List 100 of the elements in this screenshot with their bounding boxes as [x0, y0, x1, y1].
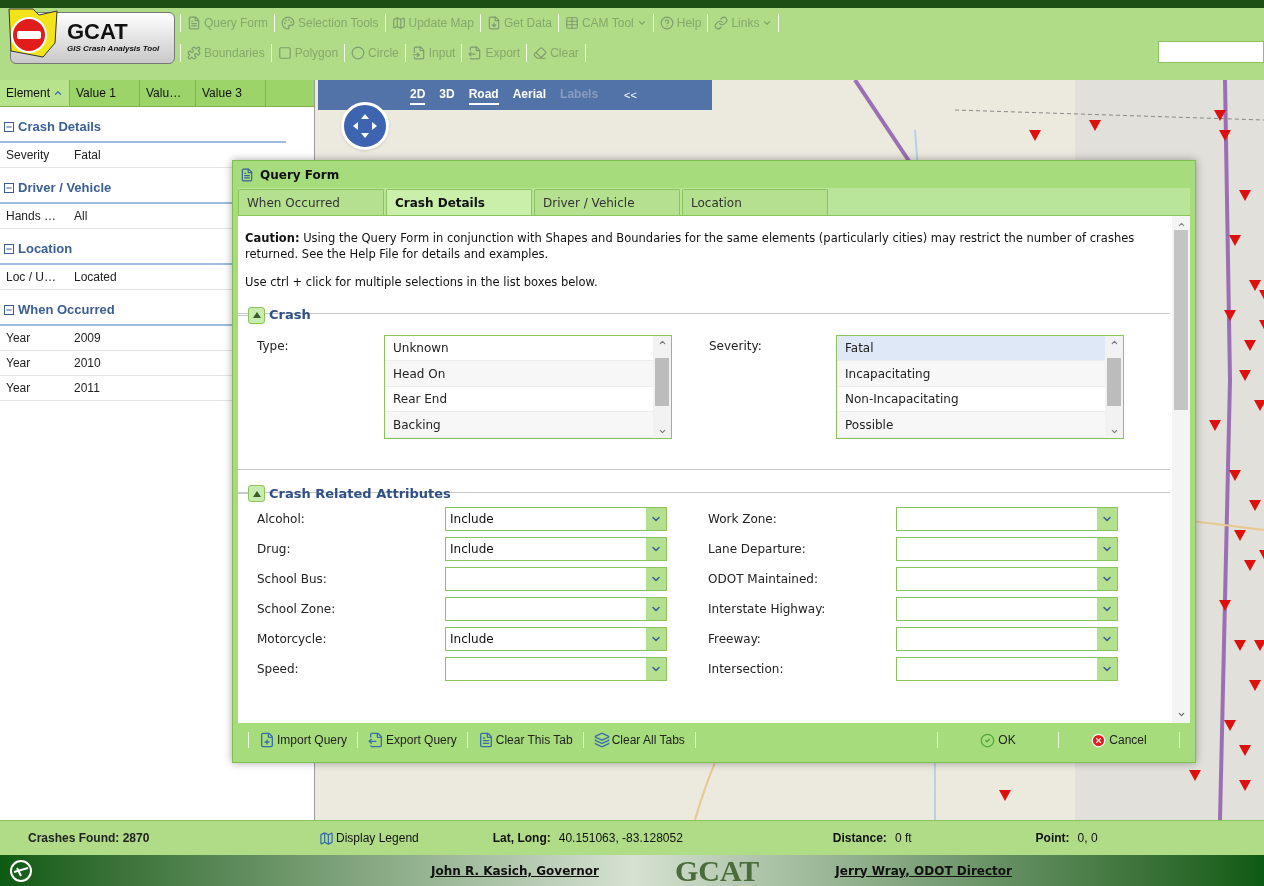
status-label: Point: — [1035, 830, 1070, 847]
column-header[interactable]: Value 3 — [196, 80, 266, 106]
tab[interactable]: Crash Details — [386, 189, 532, 215]
toolbar-button[interactable]: Import Query — [259, 731, 348, 749]
collapse-icon[interactable] — [4, 305, 14, 315]
select-field[interactable] — [896, 567, 1118, 592]
collapse-button[interactable] — [248, 485, 265, 502]
table-cell-text: 2010 — [73, 355, 102, 372]
status-value: 40.151063, -83.128052 — [558, 830, 683, 847]
table-cell-text: Year — [5, 380, 32, 397]
field-label: Interstate Highway: — [708, 601, 827, 619]
table-cell-text: Hands … — [5, 208, 58, 225]
scroll-down-icon[interactable] — [1176, 710, 1186, 719]
field-label: Alcohol: — [257, 511, 306, 529]
map-icon — [391, 16, 406, 30]
table-cell-text: Year — [5, 355, 32, 372]
column-header[interactable]: Value 1 — [70, 80, 140, 106]
list-box[interactable]: Fatal Incapacitating Non-Incapacitating Possible — [836, 334, 1124, 439]
document-icon — [240, 167, 254, 182]
logo-title: GCAT — [67, 21, 129, 43]
scroll-up-icon[interactable] — [1176, 220, 1186, 229]
list-option[interactable]: Possible — [837, 412, 1105, 438]
puzzle-icon — [187, 46, 201, 60]
select-field[interactable] — [445, 567, 667, 592]
field-label: Type: — [257, 337, 290, 355]
group-title: When Occurred — [18, 301, 115, 320]
toolbar-button[interactable]: Clear All Tabs — [593, 731, 685, 749]
table-cell-text: 2011 — [73, 380, 101, 397]
column-header[interactable]: Valu… — [140, 80, 196, 106]
select-field[interactable] — [445, 597, 667, 622]
document-icon — [477, 732, 494, 748]
map-view-option[interactable]: Road — [468, 85, 499, 105]
field-label: Motorcycle: — [257, 631, 328, 649]
dialog-title: Query Form — [260, 166, 340, 184]
toolbar-button[interactable]: Export Query — [368, 731, 457, 749]
cancel-button[interactable]: Cancel — [1069, 731, 1169, 749]
file-download-icon — [486, 16, 501, 30]
field-label: School Zone: — [257, 601, 337, 619]
collapse-button[interactable]: << — [624, 86, 637, 104]
status-label: Distance: — [832, 830, 887, 847]
scrollbar[interactable] — [1172, 216, 1190, 723]
close-icon — [1091, 732, 1107, 748]
map-view-option[interactable]: Aerial — [512, 85, 547, 105]
director-link[interactable]: Jerry Wray, ODOT Director — [835, 861, 1012, 880]
list-option[interactable]: Fatal — [837, 335, 1105, 362]
caret-icon — [762, 18, 773, 28]
list-option[interactable]: Incapacitating — [837, 361, 1105, 387]
select-field[interactable] — [896, 507, 1118, 532]
select-field[interactable]: Include — [445, 537, 667, 562]
select-field[interactable] — [896, 627, 1118, 652]
collapse-button[interactable] — [248, 306, 265, 324]
search-field[interactable] — [1158, 41, 1264, 63]
scrollbar[interactable] — [1105, 335, 1123, 438]
legend-button[interactable]: Display Legend — [319, 829, 419, 847]
column-header[interactable]: Element — [0, 80, 70, 106]
ok-button[interactable]: OK — [948, 731, 1048, 749]
help-icon — [659, 16, 674, 30]
toolbar-button[interactable]: Clear This Tab — [477, 731, 573, 749]
select-field[interactable] — [445, 657, 667, 682]
collapse-icon[interactable] — [4, 183, 14, 193]
table-cell-text: Located — [73, 269, 118, 286]
section-title: Crash — [268, 306, 312, 325]
field-label: Lane Departure: — [708, 541, 807, 559]
triangle-up-icon — [252, 490, 261, 497]
file-output-icon — [368, 732, 385, 748]
governor-link[interactable]: John R. Kasich, Governor — [431, 861, 599, 880]
map-view-option[interactable]: 2D — [410, 85, 426, 105]
palette-icon — [281, 16, 295, 30]
select-field[interactable] — [896, 597, 1118, 622]
field-label: School Bus: — [257, 571, 328, 589]
scrollbar[interactable] — [653, 335, 671, 438]
list-box[interactable]: Unknown Head On Rear End Backing — [384, 334, 672, 439]
collapse-icon[interactable] — [4, 122, 14, 132]
list-option[interactable]: Head On — [385, 361, 653, 387]
caret-icon — [636, 18, 647, 28]
select-field[interactable] — [896, 657, 1118, 682]
table-cell-text: All — [73, 208, 89, 225]
select-field[interactable]: Include — [445, 627, 667, 652]
select-field[interactable]: Include — [445, 507, 667, 532]
list-option[interactable]: Backing — [385, 412, 653, 438]
tab[interactable]: Location — [682, 189, 828, 215]
tab[interactable]: When Occurred — [238, 189, 384, 215]
table-icon — [564, 16, 579, 30]
status-label: Lat, Long: — [492, 830, 551, 847]
triangle-up-icon — [252, 312, 261, 318]
tab[interactable]: Driver / Vehicle — [534, 189, 680, 215]
footer-title: GCAT — [674, 855, 760, 886]
file-input-icon — [411, 46, 426, 60]
circle-icon — [351, 46, 366, 60]
field-label: Work Zone: — [708, 511, 778, 529]
map-view-option[interactable]: 3D — [439, 85, 455, 105]
collapse-icon[interactable] — [4, 244, 14, 254]
table-cell-text: 2009 — [73, 330, 102, 347]
table-cell-text: Severity — [5, 147, 51, 164]
group-title: Crash Details — [18, 118, 102, 137]
select-field[interactable] — [896, 537, 1118, 562]
check-icon — [980, 732, 996, 748]
table-cell-text: Fatal — [73, 147, 102, 164]
table-cell-text: Year — [5, 330, 32, 347]
document-icon — [187, 16, 201, 30]
